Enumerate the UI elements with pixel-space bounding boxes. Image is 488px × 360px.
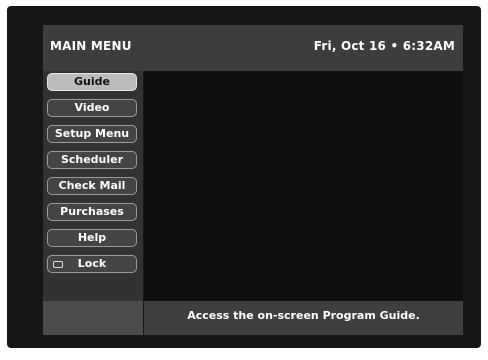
menu-item-video[interactable]: Video [47, 99, 137, 117]
header-bar: MAIN MENU Fri, Oct 16 • 6:32AM [43, 25, 463, 71]
menu-item-label: Guide [74, 75, 110, 88]
menu-item-label: Video [74, 101, 110, 114]
content-area [144, 71, 463, 301]
tv-screen: MAIN MENU Fri, Oct 16 • 6:32AM Guide Vid… [7, 6, 481, 348]
menu-item-scheduler[interactable]: Scheduler [47, 151, 137, 169]
menu-item-lock[interactable]: Lock [47, 255, 137, 273]
menu-item-purchases[interactable]: Purchases [47, 203, 137, 221]
menu-item-label: Scheduler [60, 153, 124, 166]
page-title: MAIN MENU [50, 39, 132, 53]
menu-item-label: Lock [77, 257, 107, 270]
menu-item-label: Check Mail [58, 179, 126, 192]
menu-item-setup-menu[interactable]: Setup Menu [47, 125, 137, 143]
menu-item-help[interactable]: Help [47, 229, 137, 247]
menu-item-label: Help [77, 231, 107, 244]
date-time: Fri, Oct 16 • 6:32AM [313, 39, 455, 53]
footer-bar: Access the on-screen Program Guide. [144, 301, 463, 335]
help-description: Access the on-screen Program Guide. [187, 309, 420, 322]
main-menu: Guide Video Setup Menu Scheduler Check M… [43, 71, 143, 301]
footer-left-panel [43, 301, 143, 335]
menu-item-check-mail[interactable]: Check Mail [47, 177, 137, 195]
menu-item-label: Setup Menu [54, 127, 130, 140]
menu-item-guide[interactable]: Guide [47, 73, 137, 91]
menu-item-label: Purchases [60, 205, 124, 218]
lock-icon [53, 261, 63, 268]
